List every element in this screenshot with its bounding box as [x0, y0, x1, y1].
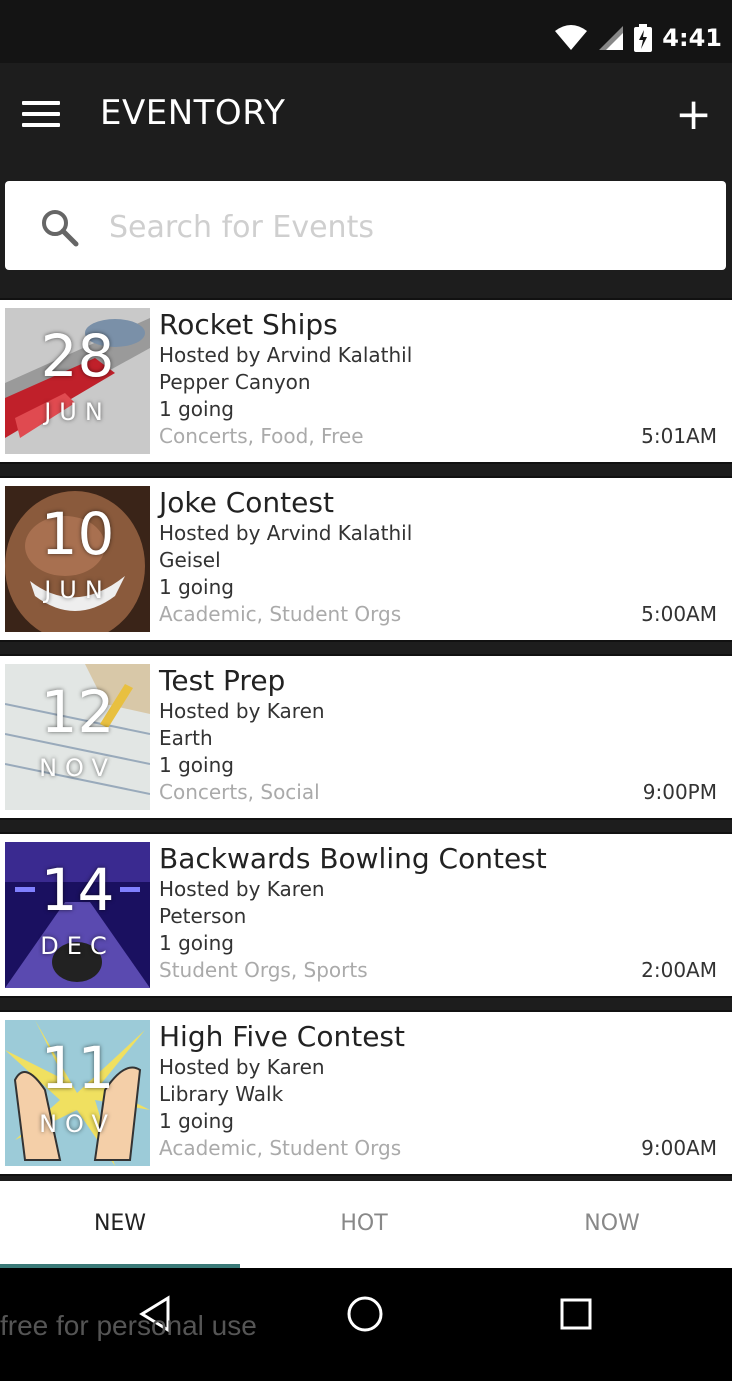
event-host: Hosted by Karen — [159, 877, 325, 901]
event-image: 28 JUN — [5, 308, 150, 454]
recents-icon[interactable] — [554, 1292, 598, 1336]
event-going: 1 going — [159, 1109, 234, 1133]
bottom-tabs: NEW HOT NOW — [0, 1181, 732, 1268]
event-image: 11 NOV — [5, 1020, 150, 1166]
event-time: 2:00AM — [641, 958, 717, 982]
event-name: High Five Contest — [159, 1020, 405, 1053]
event-name: Rocket Ships — [159, 308, 338, 341]
event-month: JUN — [44, 576, 111, 604]
event-tags: Academic, Student Orgs — [159, 602, 402, 626]
search-bar — [5, 181, 726, 270]
event-host: Hosted by Karen — [159, 699, 325, 723]
event-location: Earth — [159, 726, 213, 750]
app-title: EVENTORY — [100, 93, 286, 133]
watermark: free for personal use — [0, 1310, 257, 1341]
event-month: NOV — [39, 1110, 116, 1138]
tab-new[interactable]: NEW — [0, 1211, 240, 1236]
event-going: 1 going — [159, 931, 234, 955]
home-icon[interactable] — [343, 1292, 387, 1336]
event-day: 12 — [40, 678, 115, 746]
event-tags: Student Orgs, Sports — [159, 958, 368, 982]
menu-icon[interactable] — [22, 101, 60, 131]
wifi-icon — [555, 25, 588, 50]
event-tags: Concerts, Social — [159, 780, 320, 804]
event-name: Backwards Bowling Contest — [159, 842, 547, 875]
event-card[interactable]: 12 NOV Test Prep Hosted by Karen Earth 1… — [0, 654, 732, 820]
event-name: Test Prep — [159, 664, 286, 697]
event-day: 10 — [40, 500, 115, 568]
event-name: Joke Contest — [159, 486, 334, 519]
event-location: Pepper Canyon — [159, 370, 311, 394]
search-input[interactable] — [107, 201, 691, 253]
event-host: Hosted by Arvind Kalathil — [159, 343, 413, 367]
event-month: NOV — [39, 754, 116, 782]
event-location: Geisel — [159, 548, 221, 572]
event-image: 12 NOV — [5, 664, 150, 810]
event-list: 28 JUN Rocket Ships Hosted by Arvind Kal… — [0, 298, 732, 1188]
event-tags: Academic, Student Orgs — [159, 1136, 402, 1160]
event-time: 9:00PM — [642, 780, 717, 804]
event-month: DEC — [40, 932, 115, 960]
tab-now[interactable]: NOW — [492, 1211, 732, 1236]
event-card[interactable]: 14 DEC Backwards Bowling Contest Hosted … — [0, 832, 732, 998]
status-bar: 4:41 — [0, 0, 732, 63]
status-time: 4:41 — [662, 24, 722, 52]
event-day: 11 — [40, 1034, 115, 1102]
event-card[interactable]: 10 JUN Joke Contest Hosted by Arvind Kal… — [0, 476, 732, 642]
battery-charging-icon — [634, 24, 653, 52]
tab-hot[interactable]: HOT — [244, 1211, 484, 1236]
event-card[interactable]: 28 JUN Rocket Ships Hosted by Arvind Kal… — [0, 298, 732, 464]
event-going: 1 going — [159, 753, 234, 777]
signal-icon — [599, 26, 624, 50]
event-location: Library Walk — [159, 1082, 284, 1106]
event-image: 10 JUN — [5, 486, 150, 632]
event-location: Peterson — [159, 904, 247, 928]
event-day: 14 — [40, 856, 115, 924]
event-image: 14 DEC — [5, 842, 150, 988]
event-time: 5:01AM — [641, 424, 717, 448]
event-tags: Concerts, Food, Free — [159, 424, 364, 448]
event-day: 28 — [40, 322, 115, 390]
event-going: 1 going — [159, 397, 234, 421]
search-icon — [42, 210, 79, 247]
app-bar: EVENTORY + — [0, 63, 732, 173]
event-month: JUN — [44, 398, 111, 426]
add-icon[interactable]: + — [675, 93, 712, 137]
event-time: 9:00AM — [641, 1136, 717, 1160]
event-going: 1 going — [159, 575, 234, 599]
event-host: Hosted by Karen — [159, 1055, 325, 1079]
event-time: 5:00AM — [641, 602, 717, 626]
event-card[interactable]: 11 NOV High Five Contest Hosted by Karen… — [0, 1010, 732, 1176]
event-host: Hosted by Arvind Kalathil — [159, 521, 413, 545]
